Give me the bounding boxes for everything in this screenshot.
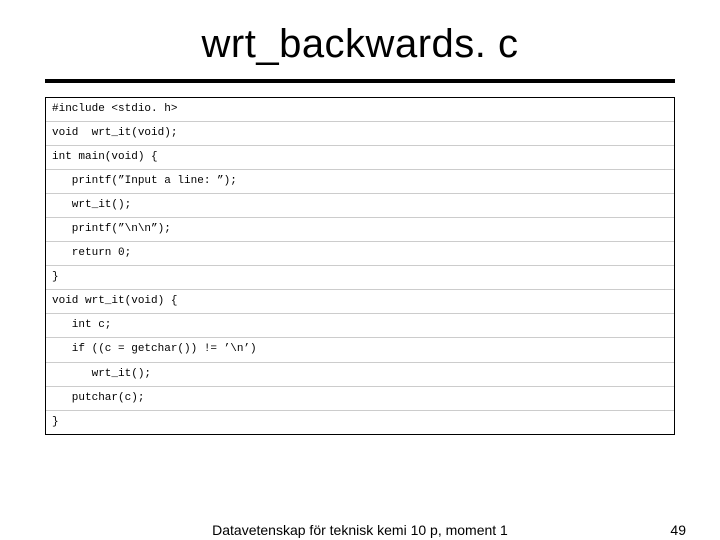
code-line: } [46,411,674,434]
code-line: if ((c = getchar()) != ’\n’) [46,338,674,362]
code-line: int main(void) { [46,146,674,170]
code-line: printf(”\n\n”); [46,218,674,242]
slide-title: wrt_backwards. c [40,22,680,67]
title-underline [45,79,675,83]
code-line: return 0; [46,242,674,266]
code-line: void wrt_it(void) { [46,290,674,314]
code-line: printf(”Input a line: ”); [46,170,674,194]
code-line: putchar(c); [46,387,674,411]
code-line: void wrt_it(void); [46,122,674,146]
code-line: #include <stdio. h> [46,98,674,122]
code-line: wrt_it(); [46,363,674,387]
footer-course: Datavetenskap för teknisk kemi 10 p, mom… [212,522,508,538]
code-line: } [46,266,674,290]
code-listing: #include <stdio. h> void wrt_it(void); i… [45,97,675,435]
page-number: 49 [670,522,686,538]
code-line: wrt_it(); [46,194,674,218]
slide: wrt_backwards. c #include <stdio. h> voi… [0,0,720,540]
code-line: int c; [46,314,674,338]
